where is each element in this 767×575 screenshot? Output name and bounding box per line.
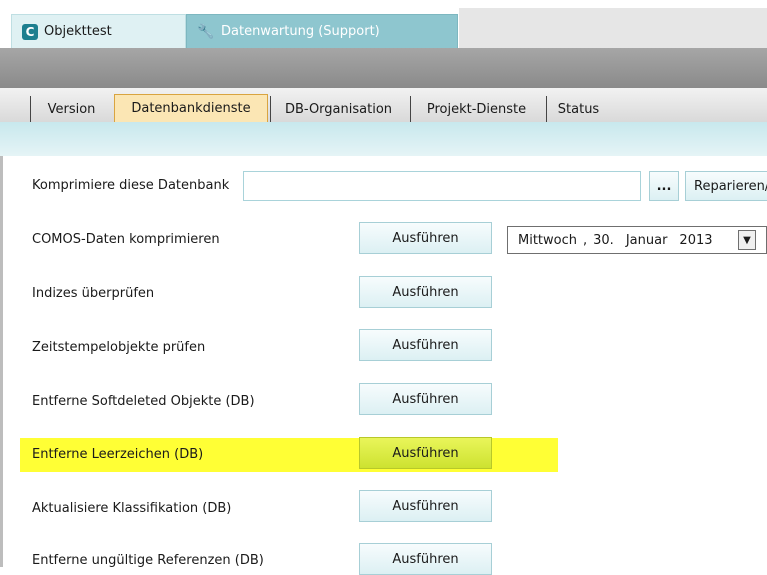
tab-status-label: Status: [557, 101, 600, 117]
dropdown-arrow-icon[interactable]: ▼: [738, 230, 756, 250]
row-label-referenzen: Entferne ungültige Referenzen (DB): [32, 553, 264, 568]
tab-datenbankdienste[interactable]: Datenbankdienste: [114, 94, 268, 122]
date-picker[interactable]: Mittwoch , 30. Januar 2013 ▼: [507, 226, 767, 254]
execute-button-leerzeichen[interactable]: Ausführen: [359, 437, 492, 469]
date-year: 2013: [679, 232, 713, 248]
execute-button-comos-daten[interactable]: Ausführen: [359, 222, 492, 254]
tab-version-label: Version: [47, 101, 96, 117]
tab-projekt-dienste[interactable]: Projekt-Dienste: [410, 96, 542, 122]
database-path-input[interactable]: [243, 171, 641, 201]
date-day: 30.: [593, 232, 614, 248]
compress-label: Komprimiere diese Datenbank: [32, 178, 230, 193]
repair-button[interactable]: Reparieren/: [685, 171, 767, 201]
tab-db-organisation[interactable]: DB-Organisation: [270, 96, 406, 122]
browse-button[interactable]: ...: [649, 171, 679, 201]
row-label-zeitstempel: Zeitstempelobjekte prüfen: [32, 340, 206, 355]
tab-projekt-dienste-label: Projekt-Dienste: [426, 101, 527, 117]
content-header-strip: [0, 122, 767, 156]
row-label-klassifikation: Aktualisiere Klassifikation (DB): [32, 501, 232, 516]
execute-button-klassifikation[interactable]: Ausführen: [359, 490, 492, 522]
tab-objekttest-label: Objekttest: [44, 24, 112, 39]
window-tab-bar: C Objekttest 🔧 Datenwartung (Support): [0, 0, 767, 48]
execute-button-indizes[interactable]: Ausführen: [359, 276, 492, 308]
date-month: Januar: [625, 232, 668, 248]
tab-datenwartung-label: Datenwartung (Support): [221, 24, 380, 39]
date-weekday: Mittwoch: [518, 232, 577, 248]
row-label-softdeleted: Entferne Softdeleted Objekte (DB): [32, 394, 255, 409]
comos-c-icon: C: [22, 23, 38, 40]
tab-datenwartung[interactable]: 🔧 Datenwartung (Support): [186, 14, 458, 48]
row-label-comos-daten: COMOS-Daten komprimieren: [32, 232, 220, 247]
row-label-indizes: Indizes überprüfen: [32, 286, 155, 301]
row-label-leerzeichen: Entferne Leerzeichen (DB): [32, 447, 204, 462]
tab-datenbankdienste-label: Datenbankdienste: [131, 101, 251, 116]
date-separator: ,: [583, 232, 588, 248]
tools-icon: 🔧: [197, 23, 215, 40]
tab-db-organisation-label: DB-Organisation: [284, 101, 393, 117]
tab-objekttest[interactable]: C Objekttest: [11, 14, 186, 48]
execute-button-softdeleted[interactable]: Ausführen: [359, 383, 492, 415]
tab-status[interactable]: Status: [546, 96, 610, 122]
execute-button-zeitstempel[interactable]: Ausführen: [359, 329, 492, 361]
execute-button-referenzen[interactable]: Ausführen: [359, 543, 492, 575]
header-band: [0, 48, 767, 88]
tab-version[interactable]: Version: [30, 96, 112, 122]
tab-bar-background: [459, 8, 767, 48]
